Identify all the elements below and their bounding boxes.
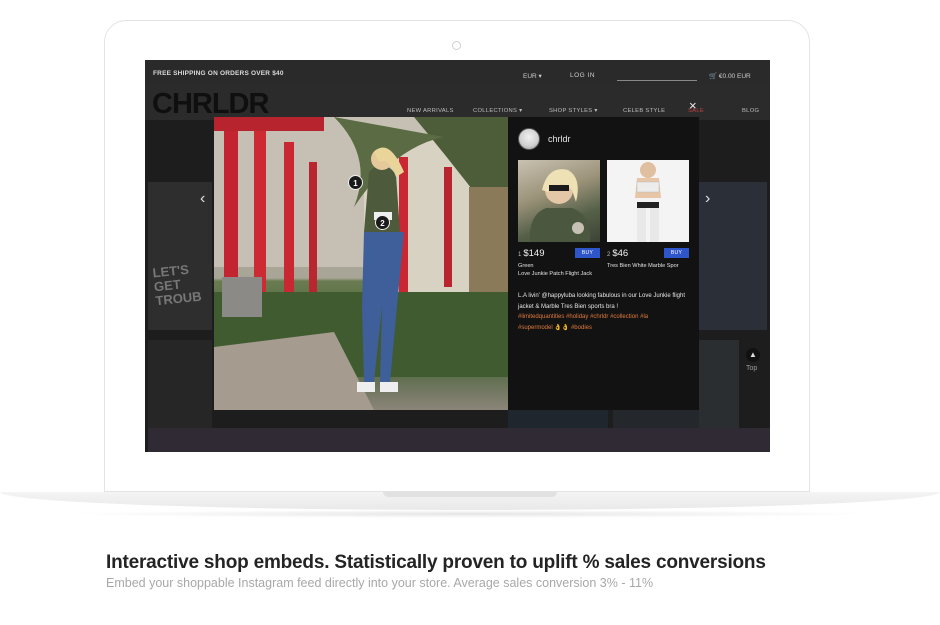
grid-image (148, 428, 770, 452)
login-link[interactable]: LOG IN (570, 72, 595, 79)
headline: Interactive shop embeds. Statistically p… (106, 552, 766, 573)
nav-celeb-style[interactable]: CELEB STYLE (623, 108, 665, 114)
product-hotspot-2[interactable]: 2 (375, 215, 390, 230)
product-hotspot-1[interactable]: 1 (348, 175, 363, 190)
product-2-illustration (635, 162, 661, 242)
grid-image (148, 340, 212, 432)
nav-new-arrivals[interactable]: NEW ARRIVALS (407, 108, 454, 114)
buy-button-1[interactable]: BUY (575, 248, 600, 258)
shipping-banner: FREE SHIPPING ON ORDERS OVER $40 (153, 70, 284, 77)
site-search-input[interactable] (617, 68, 697, 81)
hashtag[interactable]: #holiday (566, 314, 588, 320)
back-to-top-icon[interactable]: ▲ (746, 348, 760, 362)
next-arrow-icon[interactable]: › (705, 190, 710, 208)
hashtag[interactable]: #supermodel 👌👌 (518, 325, 569, 331)
laptop-screen: FREE SHIPPING ON ORDERS OVER $40 EUR ▾ L… (145, 60, 770, 452)
avatar[interactable] (518, 128, 540, 150)
grid-image (699, 340, 739, 428)
hashtag[interactable]: #collection (610, 314, 638, 320)
nav-shop-styles[interactable]: SHOP STYLES ▾ (549, 108, 598, 114)
instagram-post-image (214, 117, 508, 410)
hashtag[interactable]: #limitedquantities (518, 314, 564, 320)
product-panel: chrldr 1 $149 BUY 2 $46 BUY Green Love J… (508, 117, 699, 410)
username[interactable]: chrldr (548, 134, 571, 144)
post-caption: L.A livin' @happyluba looking fabulous i… (518, 293, 686, 331)
product-image-2[interactable] (607, 160, 689, 242)
buy-button-2[interactable]: BUY (664, 248, 689, 258)
hashtag[interactable]: #bodies (571, 325, 592, 331)
cart-button[interactable]: 🛒 €0.00 EUR (709, 72, 751, 80)
product-price-1: 1 $149 (518, 248, 545, 259)
nav-collections[interactable]: COLLECTIONS ▾ (473, 108, 522, 114)
subheadline: Embed your shoppable Instagram feed dire… (106, 576, 654, 590)
hashtag[interactable]: #la (640, 314, 648, 320)
product-image-1[interactable] (518, 160, 600, 242)
laptop-notch (383, 492, 557, 497)
prev-arrow-icon[interactable]: ‹ (200, 190, 205, 208)
product-1-illustration (529, 169, 591, 242)
currency-select[interactable]: EUR ▾ (523, 72, 542, 80)
cart-icon: 🛒 (709, 73, 718, 80)
product-price-2: 2 $46 (607, 248, 629, 259)
laptop-shadow (60, 510, 880, 518)
product-desc-1[interactable]: Green Love Junkie Patch Flight Jack (518, 262, 600, 278)
close-icon[interactable]: × (689, 98, 697, 113)
nav-blog[interactable]: BLOG (742, 108, 759, 114)
product-desc-2[interactable]: Tres Bien White Marble Spor (607, 262, 689, 270)
hashtag[interactable]: #chrldr (590, 314, 608, 320)
back-to-top-label[interactable]: Top (746, 365, 757, 372)
camera-icon (452, 41, 461, 50)
cart-total: €0.00 EUR (718, 73, 751, 80)
post-photo-illustration (214, 117, 508, 410)
